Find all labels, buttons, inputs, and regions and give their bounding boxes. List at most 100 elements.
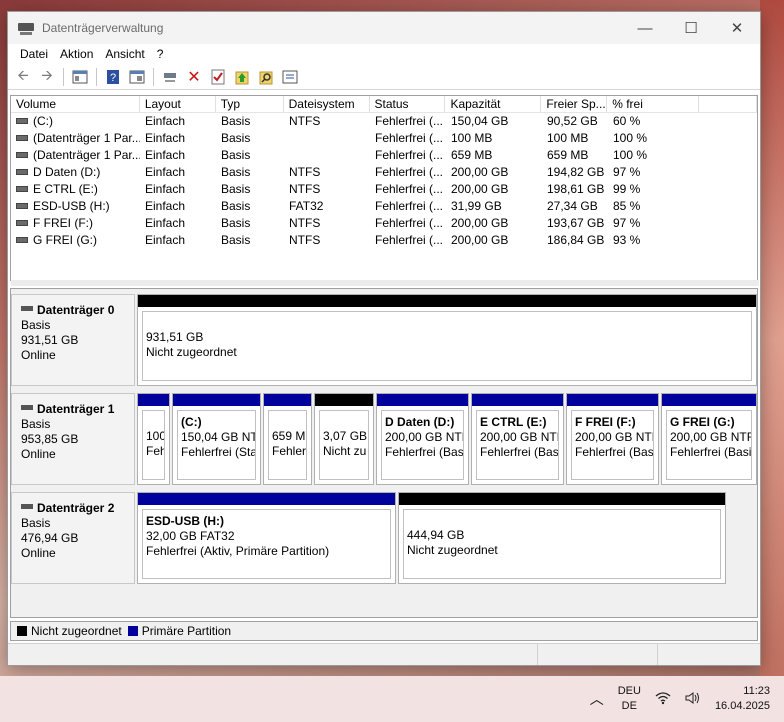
menu-ansicht[interactable]: Ansicht <box>99 47 150 61</box>
cell-text: Basis <box>221 148 251 162</box>
cell-type: Basis <box>216 113 284 130</box>
console-tree-icon[interactable] <box>69 66 91 88</box>
table-row[interactable]: D Daten (D:) Einfach Basis NTFS Fehlerfrei (… <box>11 164 757 181</box>
clock[interactable]: 11:23 16.04.2025 <box>715 684 770 714</box>
cell-text: 60 % <box>613 114 641 128</box>
cell-filesystem <box>284 130 370 147</box>
cell-text: 659 MB <box>451 148 493 162</box>
column-header-free-space[interactable]: Freier Sp... <box>541 96 608 112</box>
upload-icon[interactable] <box>231 66 253 88</box>
partition-bar <box>138 493 395 505</box>
back-icon[interactable]: 🡨 <box>12 66 34 88</box>
cell-text: 85 % <box>613 199 641 213</box>
properties-icon[interactable] <box>126 66 148 88</box>
partition-block[interactable]: F FREI (F:)200,00 GB NTFSFehlerfrei (Bas… <box>566 393 659 485</box>
window-title: Datenträgerverwaltung <box>42 21 164 35</box>
cell-text: FAT32 <box>289 199 324 213</box>
cell-filesystem: FAT32 <box>284 198 370 215</box>
volume-icon <box>16 202 28 209</box>
cell-layout: Einfach <box>140 113 216 130</box>
table-row[interactable]: (Datenträger 1 Par... Einfach Basis Fehlerf… <box>11 147 757 164</box>
table-row[interactable]: F FREI (F:) Einfach Basis NTFS Fehlerfrei (.… <box>11 215 757 232</box>
cell-type: Basis <box>216 164 284 181</box>
table-row[interactable]: (Datenträger 1 Par... Einfach Basis Fehlerf… <box>11 130 757 147</box>
cell-volume: E CTRL (E:) <box>11 181 140 198</box>
cell-text: Basis <box>221 131 251 145</box>
partition-size: 32,00 GB FAT32 <box>146 529 235 543</box>
disk-label[interactable]: Datenträger 2 Basis 476,94 GB Online <box>11 492 135 584</box>
partition-bar <box>399 493 725 505</box>
partition-block[interactable]: 659 MI Fehlerl <box>263 393 312 485</box>
minimize-button[interactable]: — <box>622 12 668 44</box>
partition-block[interactable]: 444,94 GB Nicht zugeordnet <box>398 492 726 584</box>
input-language[interactable]: DEU DE <box>618 684 641 714</box>
search-icon[interactable] <box>255 66 277 88</box>
column-header-type[interactable]: Typ <box>216 96 284 112</box>
partition-block[interactable]: E CTRL (E:)200,00 GB NTFSFehlerfrei (Bas… <box>471 393 564 485</box>
disk-label[interactable]: Datenträger 0 Basis 931,51 GB Online <box>11 294 135 386</box>
cell-text: 90,52 GB <box>547 114 598 128</box>
partition-block[interactable]: ESD-USB (H:) 32,00 GB FAT32 Fehlerfrei (Ak… <box>137 492 396 584</box>
forward-icon[interactable]: 🡪 <box>36 66 58 88</box>
column-header-status[interactable]: Status <box>370 96 446 112</box>
help-icon[interactable]: ? <box>102 66 124 88</box>
disk-state: Online <box>21 546 56 560</box>
clock-date: 16.04.2025 <box>714 700 770 712</box>
partition-block[interactable]: (C:)150,04 GB NTFFehlerfrei (Star <box>172 393 261 485</box>
wifi-icon[interactable] <box>655 691 671 708</box>
title-bar[interactable]: Datenträgerverwaltung — ☐ ✕ <box>8 12 760 44</box>
cell-text: NTFS <box>289 233 321 247</box>
menu-datei[interactable]: Datei <box>14 47 54 61</box>
delete-icon[interactable]: ✕ <box>183 66 205 88</box>
cell-text: Basis <box>221 114 251 128</box>
menu-help[interactable]: ? <box>151 47 170 61</box>
toolbar: 🡨 🡪 ? ✕ <box>8 64 760 90</box>
cell-percent-free: 99 % <box>608 181 700 198</box>
partition-block[interactable]: G FREI (G:)200,00 GB NTFSFehlerfrei (Bas… <box>661 393 757 485</box>
table-row[interactable]: E CTRL (E:) Einfach Basis NTFS Fehlerfrei (.… <box>11 181 757 198</box>
partition-block[interactable]: 931,51 GB Nicht zugeordnet <box>137 294 757 386</box>
menu-bar: Datei Aktion Ansicht ? <box>8 44 760 64</box>
column-header-volume[interactable]: Volume <box>11 96 140 112</box>
partition-status: Fehlerfrei (Basis <box>670 445 752 459</box>
volume-icon[interactable] <box>685 691 701 708</box>
disk-size: 931,51 GB <box>21 333 79 347</box>
close-button[interactable]: ✕ <box>714 12 760 44</box>
cell-capacity: 100 MB <box>446 130 542 147</box>
cell-text: Fehlerfrei (... <box>375 148 444 162</box>
maximize-button[interactable]: ☐ <box>668 12 714 44</box>
cell-layout: Einfach <box>140 164 216 181</box>
cell-text: F FREI (F:) <box>33 216 93 230</box>
column-header-filesystem[interactable]: Dateisystem <box>284 96 370 112</box>
partition-status: Nicht zu <box>323 444 367 458</box>
table-row[interactable]: G FREI (G:) Einfach Basis NTFS Fehlerfrei (.… <box>11 232 757 249</box>
cell-text: 200,00 GB <box>451 216 509 230</box>
column-header-layout[interactable]: Layout <box>140 96 216 112</box>
column-header-percent-free[interactable]: % frei <box>607 96 700 112</box>
connect-icon[interactable] <box>159 66 181 88</box>
cell-text: 97 % <box>613 216 641 230</box>
disk-label[interactable]: Datenträger 1 Basis 953,85 GB Online <box>11 393 135 485</box>
cell-type: Basis <box>216 215 284 232</box>
cell-text: Basis <box>221 216 251 230</box>
partition-block[interactable]: 3,07 GB Nicht zu <box>314 393 374 485</box>
column-header-capacity[interactable]: Kapazität <box>445 96 542 112</box>
cell-status: Fehlerfrei (... <box>370 113 446 130</box>
table-row[interactable]: ESD-USB (H:) Einfach Basis FAT32 Fehlerfrei … <box>11 198 757 215</box>
chevron-up-icon[interactable]: ︿ <box>590 689 604 709</box>
partition-block[interactable]: D Daten (D:)200,00 GB NTFSFehlerfrei (Ba… <box>376 393 469 485</box>
volume-icon <box>16 151 28 158</box>
horizontal-scrollbar[interactable] <box>11 280 759 286</box>
table-row[interactable]: (C:) Einfach Basis NTFS Fehlerfrei (... 150,0… <box>11 113 757 130</box>
partition-bar <box>138 394 169 406</box>
legend-primary: Primäre Partition <box>141 624 232 638</box>
partition-size: 444,94 GB <box>407 528 465 542</box>
menu-aktion[interactable]: Aktion <box>54 47 99 61</box>
cell-text: Fehlerfrei (... <box>375 216 444 230</box>
cell-text: Basis <box>221 165 251 179</box>
settings-icon[interactable] <box>279 66 301 88</box>
cell-status: Fehlerfrei (... <box>370 215 446 232</box>
partition-block[interactable]: 100 Feh <box>137 393 170 485</box>
check-icon[interactable] <box>207 66 229 88</box>
partition-title: F FREI (F:) <box>575 415 636 429</box>
